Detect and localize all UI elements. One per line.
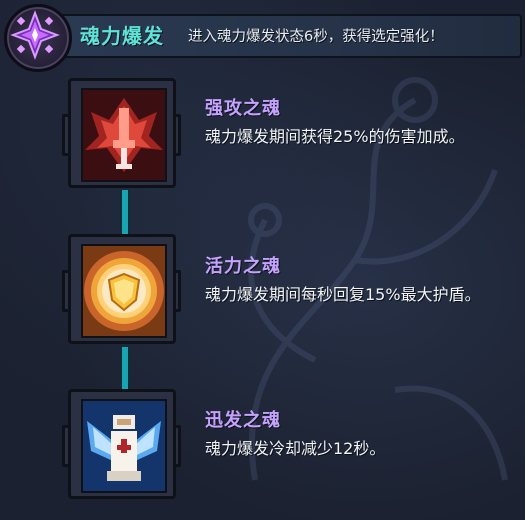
skill-connector bbox=[120, 347, 130, 389]
header: 魂力爆发 进入魂力爆发状态6秒，获得选定强化！ bbox=[0, 0, 525, 72]
skill-name: 活力之魂 bbox=[205, 256, 281, 277]
page-subtitle: 进入魂力爆发状态6秒，获得选定强化！ bbox=[188, 29, 444, 45]
skill-connector bbox=[120, 190, 130, 234]
skill-description: 魂力爆发期间获得25%的伤害加成。 bbox=[205, 127, 465, 146]
skill-name: 强攻之魂 bbox=[205, 98, 281, 119]
page-title: 魂力爆发 bbox=[80, 24, 164, 48]
red-flame-sword-icon bbox=[81, 88, 167, 182]
golden-shield-icon bbox=[81, 244, 167, 338]
skill-card-swift[interactable] bbox=[62, 389, 182, 507]
skill-name: 迅发之魂 bbox=[205, 410, 281, 431]
skill-description: 魂力爆发期间每秒回复15%最大护盾。 bbox=[205, 285, 481, 304]
skill-frame bbox=[68, 389, 176, 499]
skill-frame bbox=[68, 234, 176, 344]
skill-card-strong-attack[interactable] bbox=[62, 78, 182, 196]
purple-crystal-icon bbox=[4, 4, 72, 72]
skill-card-vitality[interactable] bbox=[62, 234, 182, 352]
skill-description: 魂力爆发冷却减少12秒。 bbox=[205, 439, 386, 458]
skill-frame bbox=[68, 78, 176, 188]
winged-angel-icon bbox=[81, 399, 167, 493]
